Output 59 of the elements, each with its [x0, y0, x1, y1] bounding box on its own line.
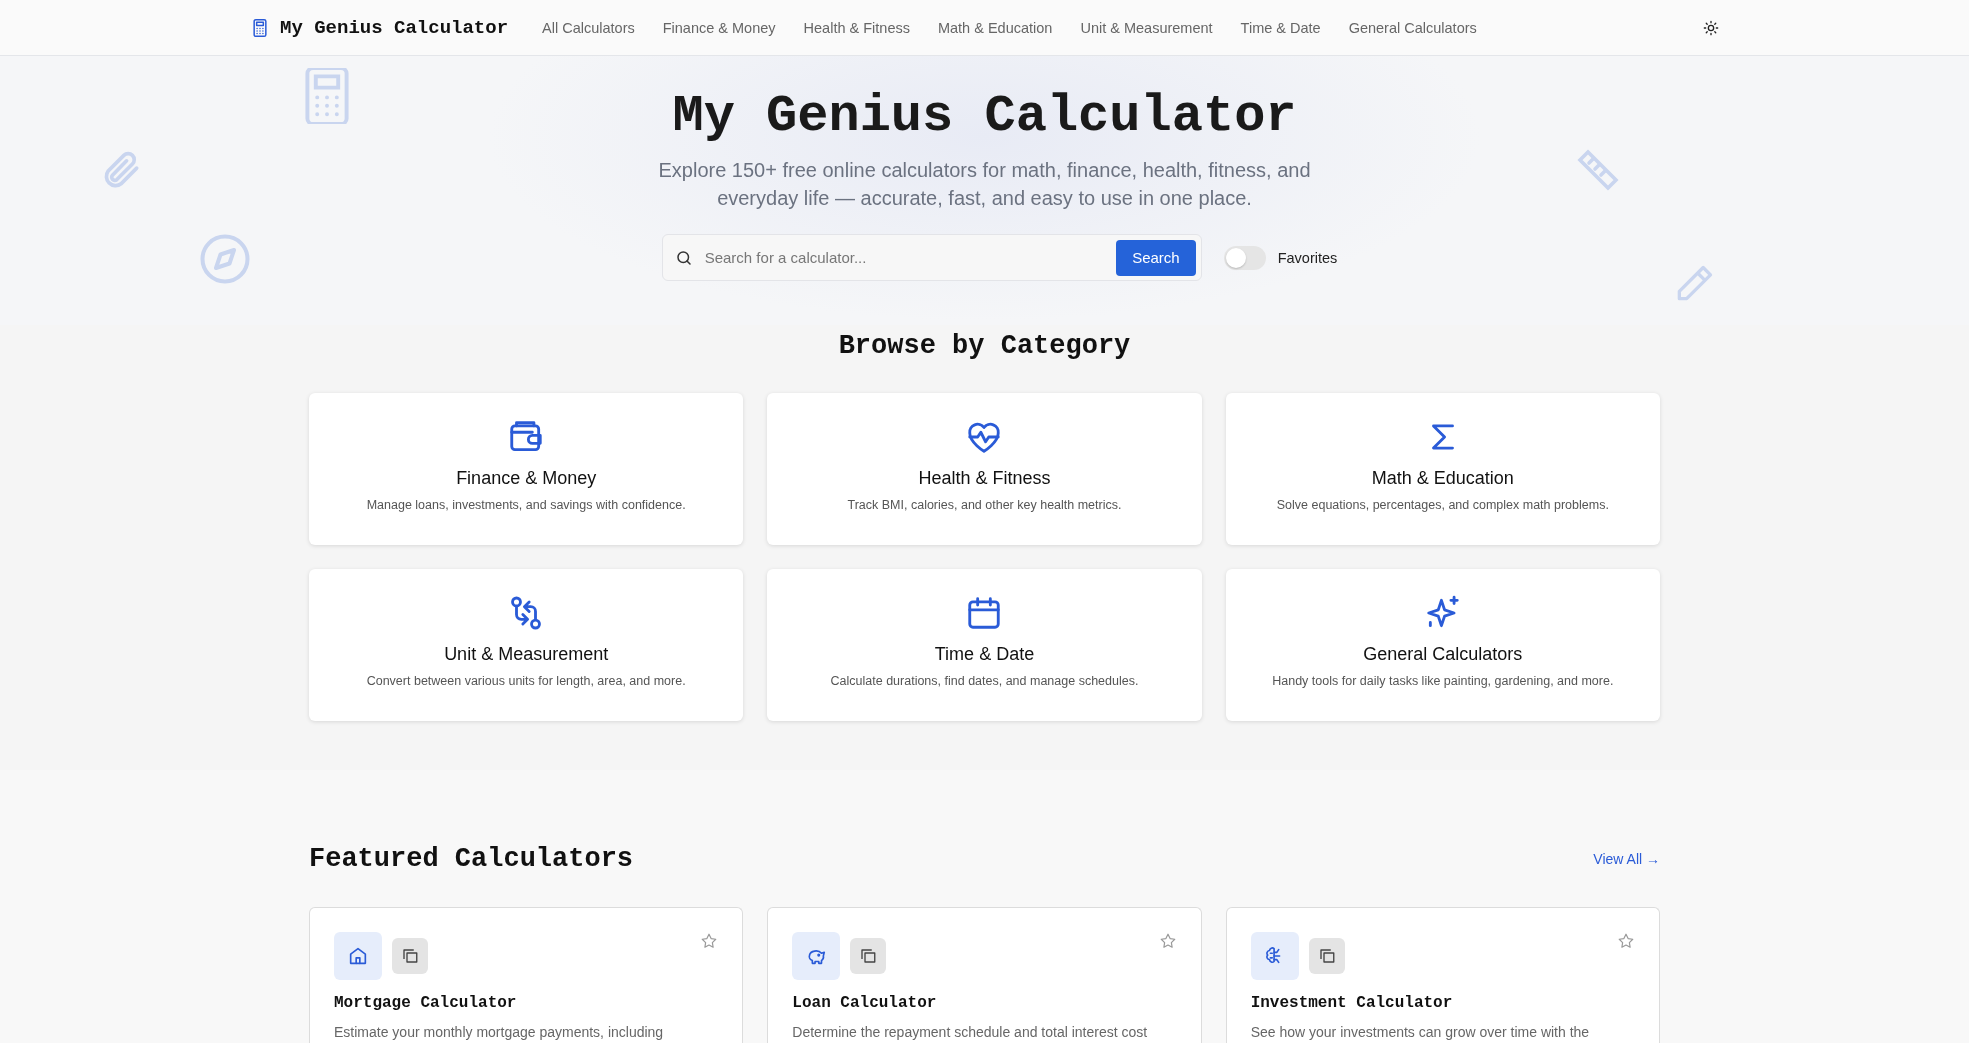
calculator-card[interactable]: Loan Calculator Determine the repayment schedule and total interest cost [767, 907, 1202, 1043]
star-icon[interactable] [1617, 932, 1635, 950]
compass-icon [198, 232, 252, 286]
category-card[interactable]: Math & Education Solve equations, percentages, and complex math problems. [1225, 393, 1660, 545]
search-button[interactable]: Search [1116, 239, 1196, 276]
category-description: Calculate durations, find dates, and manage schedules. [830, 674, 1139, 688]
calculator-description: See how your investments can grow over time with the [1250, 1024, 1591, 1040]
calculator-card[interactable]: Mortgage Calculator Estimate your monthly mortgage payments, including [309, 907, 744, 1043]
nav-link[interactable]: Time & Date [1240, 19, 1321, 36]
calculator-title: Loan Calculator [792, 994, 938, 1012]
section-title: Browse by Category [837, 330, 1132, 363]
copy-button[interactable] [850, 938, 887, 974]
hero-subtitle: Explore 150+ free online calculators for math, finance, health, fitness, and everyday life — accurate, fast, and easy to use in one place. [657, 158, 1312, 212]
nav-link[interactable]: General Calculators [1348, 19, 1477, 36]
category-description: Convert between various units for length, area, and more. [366, 674, 686, 688]
calculator-title: Mortgage Calculator [334, 994, 518, 1012]
calculator-title: Investment Calculator [1250, 994, 1454, 1012]
calculator-description: Estimate your monthly mortgage payments, including [334, 1024, 665, 1040]
star-icon[interactable] [1158, 932, 1177, 950]
nav-link[interactable]: Unit & Measurement [1080, 19, 1213, 36]
category-title: Math & Education [1371, 468, 1514, 489]
calculator-card[interactable]: Investment Calculator See how your investments can grow over time with the [1225, 907, 1660, 1043]
site-logo-text[interactable]: My Genius Calculator [280, 16, 509, 39]
star-icon[interactable] [700, 932, 719, 950]
nav-link[interactable]: Finance & Money [662, 19, 776, 36]
category-title: Time & Date [934, 644, 1035, 665]
search-icon [674, 248, 693, 267]
view-all-link[interactable]: View All → [1593, 851, 1660, 867]
copy-button[interactable] [1308, 938, 1345, 974]
favorites-toggle[interactable] [1223, 245, 1266, 270]
category-card[interactable]: Unit & Measurement Convert between various units for length, area, and more. [309, 569, 744, 721]
house-icon [347, 945, 369, 967]
hero-title: My Genius Calculator [672, 86, 1297, 148]
calculator-icon [303, 68, 351, 124]
category-description: Track BMI, calories, and other key health metrics. [847, 498, 1122, 512]
category-card[interactable]: Health & Fitness Track BMI, calories, and other key health metrics. [767, 393, 1202, 545]
category-title: Health & Fitness [918, 468, 1051, 489]
category-description: Manage loans, investments, and savings with confidence. [366, 498, 686, 512]
calculator-icon [250, 17, 270, 38]
category-description: Handy tools for daily tasks like painting, gardening, and more. [1272, 674, 1614, 688]
category-card[interactable]: Finance & Money Manage loans, investments, and savings with confidence. [309, 393, 744, 545]
category-title: General Calculators [1363, 644, 1523, 665]
section-title: Featured Calculators [309, 843, 634, 876]
copy-icon [401, 947, 419, 965]
nav-link[interactable]: Math & Education [937, 19, 1053, 36]
sun-icon[interactable] [1703, 19, 1719, 36]
nav-link[interactable]: Health & Fitness [803, 19, 910, 36]
category-title: Finance & Money [456, 468, 597, 489]
nav-link[interactable]: All Calculators [542, 19, 635, 36]
calculator-description: Determine the repayment schedule and total interest cost [792, 1024, 1149, 1040]
category-title: Unit & Measurement [444, 644, 609, 665]
copy-button[interactable] [392, 938, 428, 974]
copy-icon [859, 947, 878, 965]
category-card[interactable]: General Calculators Handy tools for daily tasks like painting, gardening, and more. [1225, 569, 1660, 721]
category-description: Solve equations, percentages, and complex math problems. [1276, 498, 1609, 512]
copy-icon [1317, 947, 1336, 965]
favorites-label: Favorites [1277, 249, 1338, 266]
search-field[interactable]: Search for a calculator... Search [661, 234, 1202, 282]
category-card[interactable]: Time & Date Calculate durations, find dates, and manage schedules. [767, 569, 1202, 721]
